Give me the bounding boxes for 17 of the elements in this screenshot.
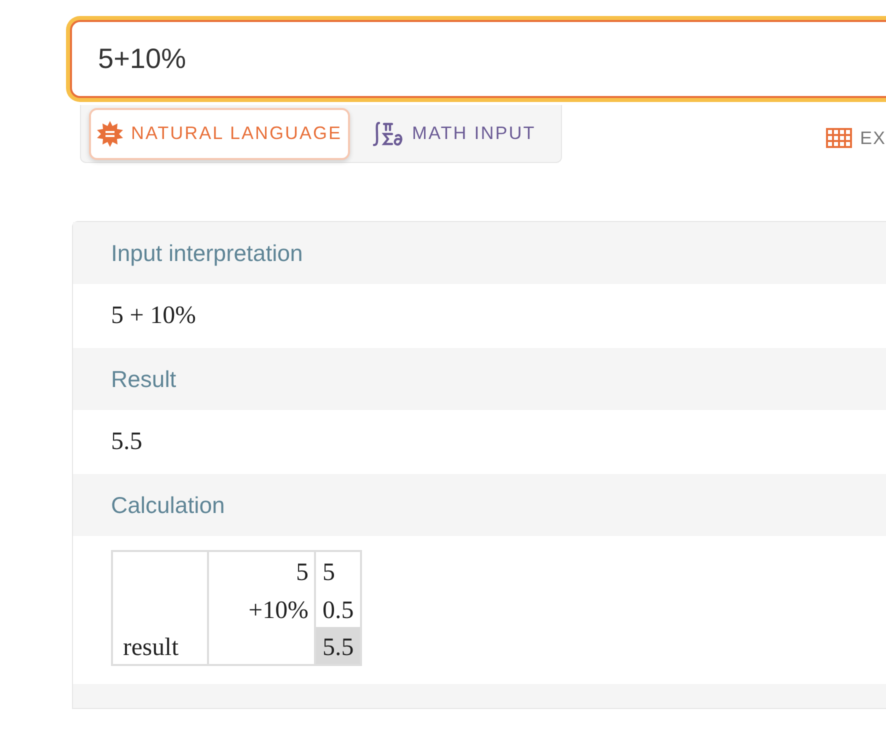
pod-result-text: 5.5 [111, 428, 142, 456]
math-symbols-icon [372, 120, 404, 148]
badge-icon [97, 120, 123, 146]
pod-title: Input interpretation [111, 240, 303, 266]
table-cell: 5 [296, 559, 308, 586]
pod-title: Calculation [111, 492, 225, 518]
pod-title: Result [111, 366, 176, 392]
table-cell: 5 [315, 551, 361, 589]
table-cell: result [123, 634, 179, 661]
natural-language-toggle[interactable]: NATURAL LANGUAGE [89, 108, 350, 160]
table-cell: +10% [248, 597, 308, 624]
query-input-field[interactable]: 5+10% [70, 20, 886, 98]
keyboard-grid-icon [826, 128, 852, 148]
pod-result-text: 5 + 10% [111, 302, 196, 330]
extended-keyboard-link[interactable]: EX [826, 128, 886, 148]
table-cell: 5.5 [315, 627, 361, 665]
math-input-toggle[interactable]: MATH INPUT [364, 108, 544, 160]
